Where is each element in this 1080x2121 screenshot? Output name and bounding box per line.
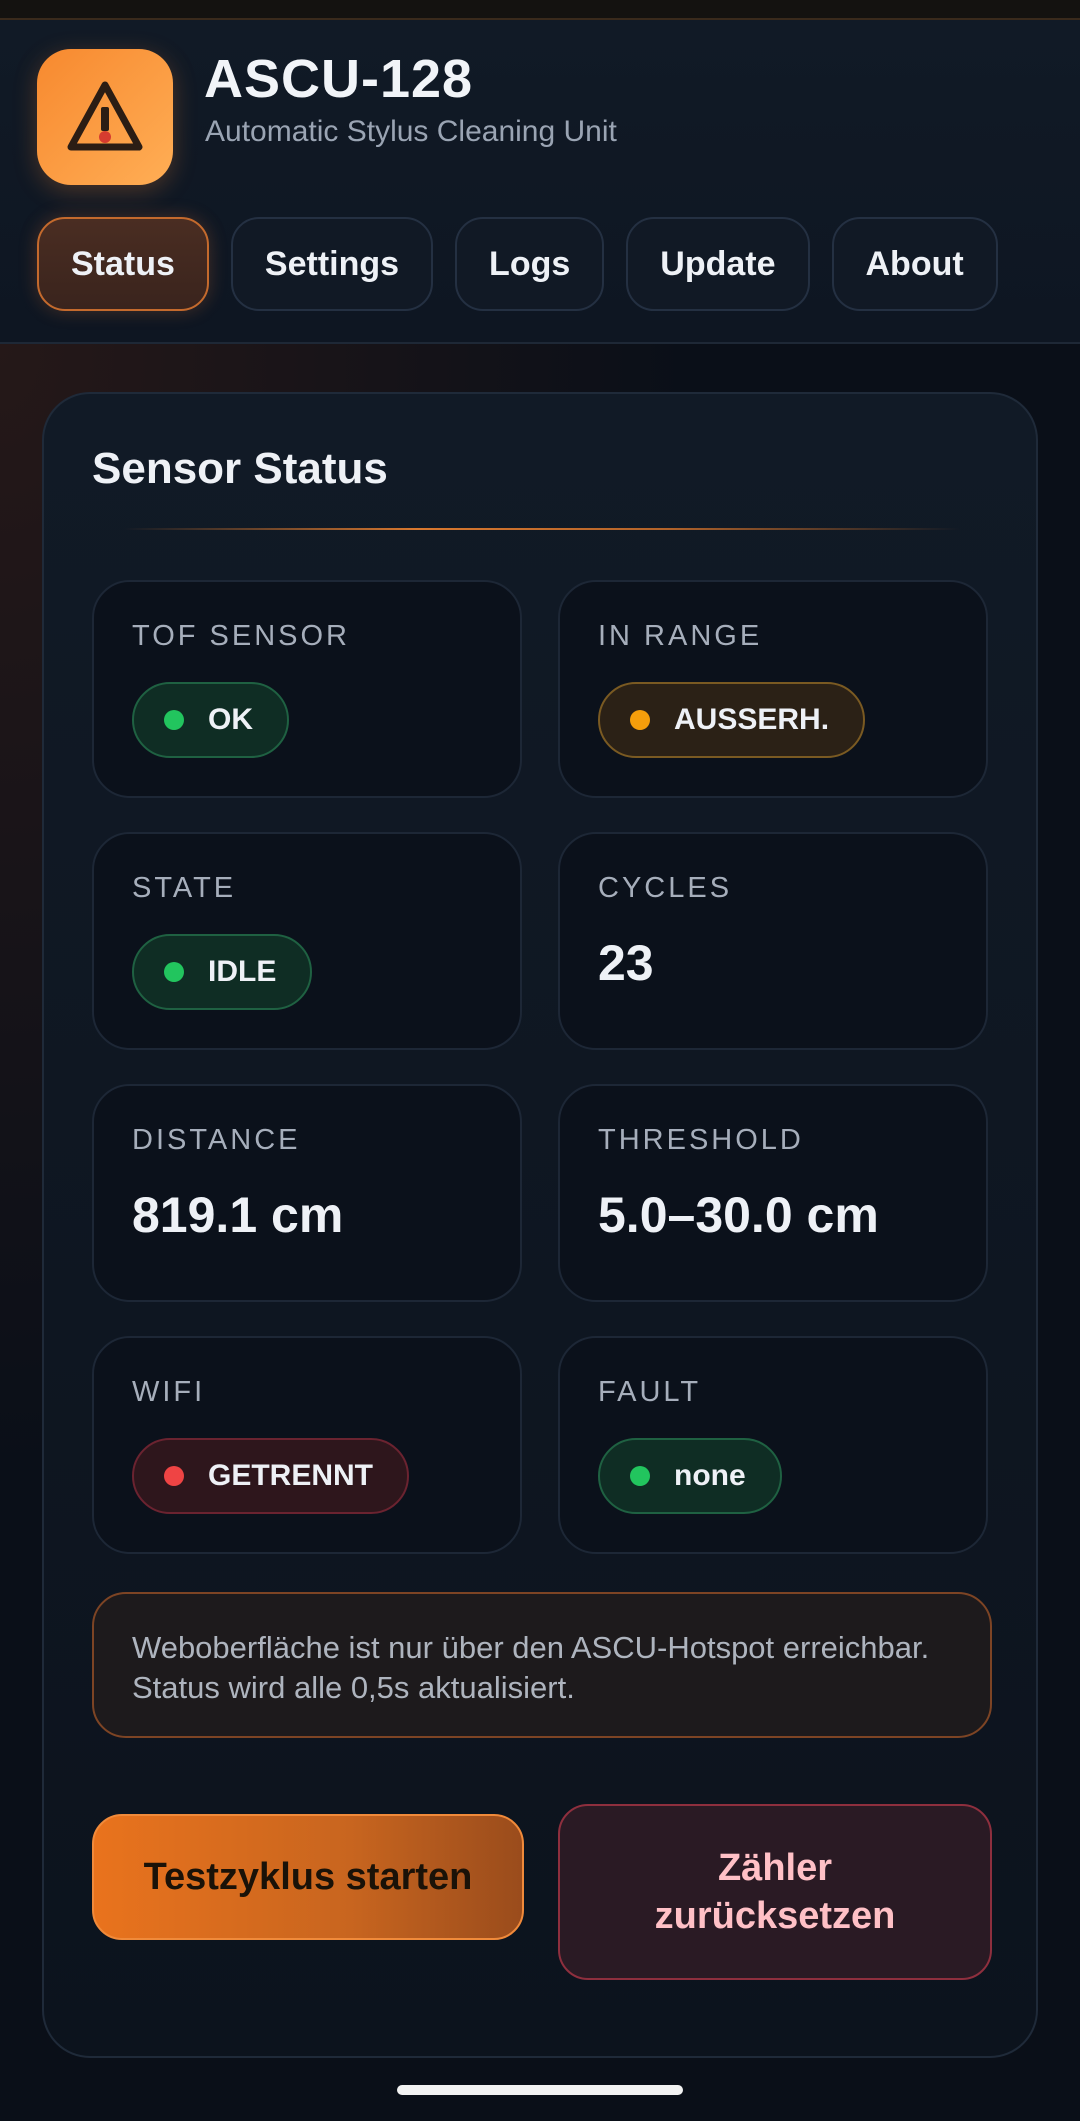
tile-label: TOF SENSOR <box>132 620 350 652</box>
app-title: ASCU-128 <box>204 49 474 109</box>
tab-about[interactable]: About <box>831 217 998 311</box>
cycles-value: 23 <box>598 935 654 991</box>
tab-update[interactable]: Update <box>626 217 810 311</box>
app-subtitle: Automatic Stylus Cleaning Unit <box>205 115 617 148</box>
app-header: ASCU-128 Automatic Stylus Cleaning Unit … <box>0 20 1080 344</box>
tile-in-range: IN RANGE AUSSERH. <box>558 580 988 798</box>
tile-state: STATE IDLE <box>92 832 522 1050</box>
tile-wifi: WIFI GETRENNT <box>92 1336 522 1554</box>
tile-threshold: THRESHOLD 5.0–30.0 cm <box>558 1084 988 1302</box>
status-badge-state: IDLE <box>132 934 313 1010</box>
tile-label: WIFI <box>132 1376 206 1408</box>
status-dot-icon <box>630 710 650 730</box>
reset-counter-button[interactable]: Zähler zurücksetzen <box>558 1804 992 1980</box>
status-badge-text: OK <box>208 703 253 736</box>
tab-logs[interactable]: Logs <box>455 217 605 311</box>
distance-value: 819.1 cm <box>132 1187 344 1243</box>
status-dot-icon <box>164 1466 184 1486</box>
sensor-status-card: Sensor Status TOF SENSOR OK IN RANGE AUS… <box>42 392 1038 2058</box>
status-dot-icon <box>630 1466 650 1486</box>
tab-bar: Status Settings Logs Update About <box>37 217 998 311</box>
status-badge-in-range: AUSSERH. <box>598 682 866 758</box>
tile-label: THRESHOLD <box>598 1124 804 1156</box>
tile-label: FAULT <box>598 1376 702 1408</box>
tile-label: DISTANCE <box>132 1124 301 1156</box>
card-title: Sensor Status <box>92 444 388 493</box>
status-badge-text: IDLE <box>208 955 277 988</box>
app-logo <box>37 49 173 185</box>
status-badge-fault: none <box>598 1438 782 1514</box>
tile-label: CYCLES <box>598 872 733 904</box>
tab-status[interactable]: Status <box>37 217 209 311</box>
status-bar <box>0 0 1080 20</box>
home-indicator <box>397 2085 683 2095</box>
status-badge-text: AUSSERH. <box>674 703 830 736</box>
tab-settings[interactable]: Settings <box>230 217 434 311</box>
status-badge-text: GETRENNT <box>208 1459 373 1492</box>
status-badge-tof-sensor: OK <box>132 682 289 758</box>
threshold-value: 5.0–30.0 cm <box>598 1187 879 1243</box>
status-dot-icon <box>164 710 184 730</box>
tile-tof-sensor: TOF SENSOR OK <box>92 580 522 798</box>
tile-fault: FAULT none <box>558 1336 988 1554</box>
info-notice: Weboberfläche ist nur über den ASCU-Hots… <box>92 1592 992 1738</box>
status-dot-icon <box>164 962 184 982</box>
card-divider <box>124 528 960 530</box>
tile-distance: DISTANCE 819.1 cm <box>92 1084 522 1302</box>
tile-cycles: CYCLES 23 <box>558 832 988 1050</box>
tile-label: IN RANGE <box>598 620 763 652</box>
status-badge-wifi: GETRENNT <box>132 1438 409 1514</box>
start-test-cycle-button[interactable]: Testzyklus starten <box>92 1814 524 1940</box>
status-badge-text: none <box>674 1459 746 1492</box>
tile-label: STATE <box>132 872 237 904</box>
warning-triangle-icon <box>67 81 143 151</box>
